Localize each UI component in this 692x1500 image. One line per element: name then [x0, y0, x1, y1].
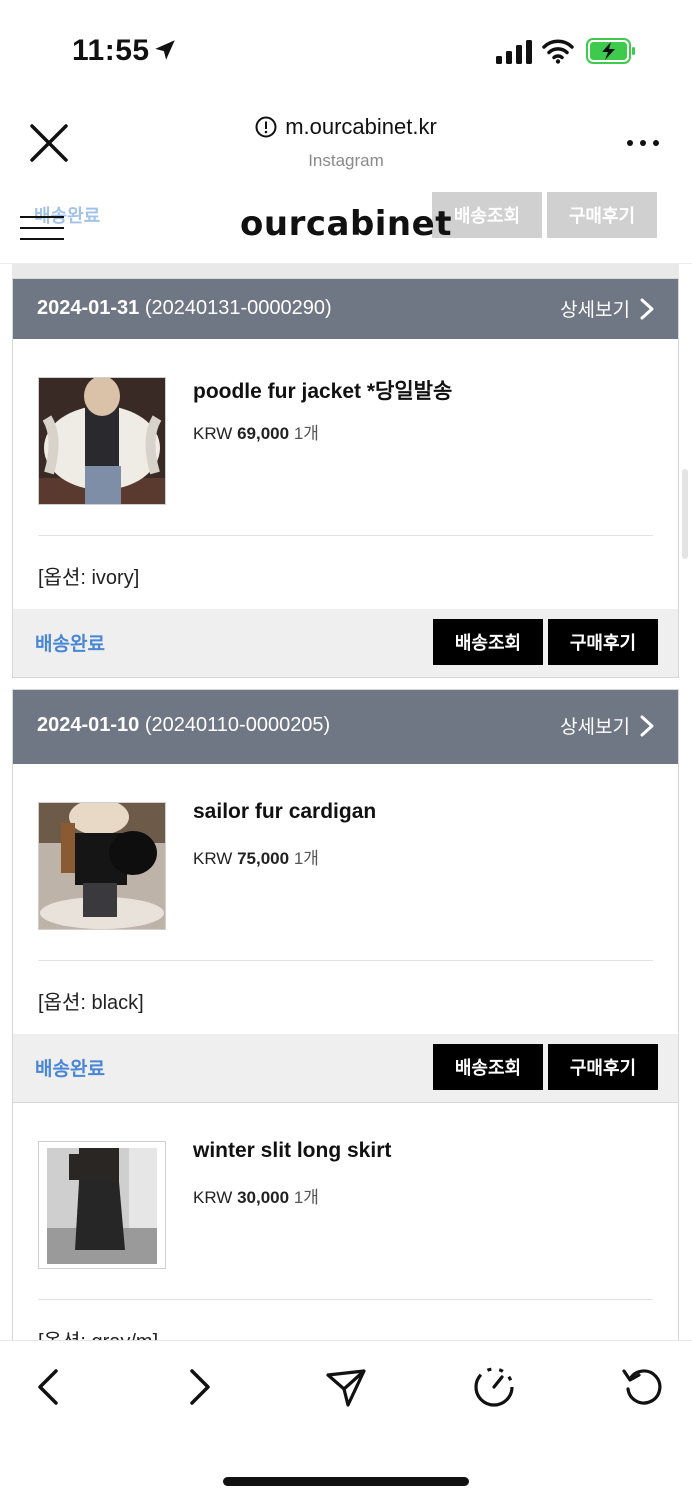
cellular-signal-icon [496, 40, 532, 64]
delivery-status: 배송완료 [35, 634, 105, 655]
info-icon [255, 116, 277, 138]
order-detail-label: 상세보기 [560, 300, 630, 321]
web-page: 배송완료 배송조회 구매후기 ourcabinet 2024-01-31 (20… [0, 184, 692, 1340]
order-date-value: 2024-01-10 [37, 714, 140, 736]
product-name[interactable]: sailor fur cardigan [193, 800, 376, 824]
forward-icon[interactable] [176, 1365, 220, 1409]
track-delivery-button[interactable]: 배송조회 [433, 619, 543, 665]
status-time: 11:55 [72, 34, 150, 67]
price-amount: 69,000 [237, 424, 290, 443]
product-price: KRW 69,000 1개 [193, 419, 319, 444]
product-option: [옵션: gray/m] [38, 1325, 158, 1340]
order-footer: 배송완료 배송조회 구매후기 [13, 609, 678, 677]
item-divider [38, 1299, 653, 1300]
url-display[interactable]: m.ourcabinet.kr Instagram [0, 114, 692, 171]
item-divider [38, 960, 653, 961]
delivery-status: 배송완료 [35, 1059, 105, 1080]
price-currency: KRW [193, 424, 233, 443]
home-indicator[interactable] [223, 1477, 469, 1486]
browser-toolbar [0, 1340, 692, 1500]
order-card: 2024-01-10 (20240110-0000205) 상세보기 sailo… [12, 689, 679, 1340]
product-photo-long-skirt [39, 1142, 165, 1268]
chevron-right-icon [640, 298, 654, 319]
order-detail-label: 상세보기 [560, 717, 630, 738]
product-quantity: 1개 [293, 1188, 319, 1207]
price-amount: 30,000 [237, 1188, 290, 1207]
order-detail-link[interactable]: 상세보기 [560, 295, 654, 322]
price-currency: KRW [193, 849, 233, 868]
order-number: (20240131-0000290) [144, 297, 332, 319]
chevron-right-icon [640, 715, 654, 736]
order-header: 2024-01-31 (20240131-0000290) 상세보기 [13, 279, 678, 339]
product-price: KRW 75,000 1개 [193, 844, 319, 869]
price-amount: 75,000 [237, 849, 290, 868]
battery-charging-icon [586, 38, 635, 64]
order-footer: 배송완료 배송조회 구매후기 [13, 1034, 678, 1102]
wifi-icon [542, 39, 574, 64]
status-bar: 11:55 [0, 0, 692, 100]
order-date: 2024-01-31 (20240131-0000290) [37, 297, 332, 320]
back-icon[interactable] [28, 1365, 72, 1409]
url-text: m.ourcabinet.kr [285, 114, 437, 139]
reload-icon[interactable] [620, 1365, 664, 1409]
product-option: [옵션: ivory] [38, 567, 140, 589]
product-thumbnail[interactable] [38, 802, 166, 930]
url-subtitle: Instagram [308, 151, 384, 170]
order-number: (20240110-0000205) [144, 714, 331, 736]
order-detail-link[interactable]: 상세보기 [560, 712, 654, 739]
order-date: 2024-01-10 (20240110-0000205) [37, 714, 330, 737]
product-quantity: 1개 [293, 849, 319, 868]
product-option: [옵션: black] [38, 992, 144, 1014]
write-review-button[interactable]: 구매후기 [548, 1044, 658, 1090]
order-item: winter slit long skirt KRW 30,000 1개 [옵션… [13, 1102, 678, 1340]
product-price: KRW 30,000 1개 [193, 1183, 319, 1208]
order-card: 2024-01-31 (20240131-0000290) 상세보기 poodl… [12, 278, 679, 678]
order-header: 2024-01-10 (20240110-0000205) 상세보기 [13, 690, 678, 764]
order-item: poodle fur jacket *당일발송 KRW 69,000 1개 [옵… [13, 339, 678, 609]
write-review-button[interactable]: 구매후기 [548, 619, 658, 665]
share-icon[interactable] [324, 1365, 368, 1409]
product-name[interactable]: poodle fur jacket *당일발송 [193, 375, 452, 405]
product-thumbnail[interactable] [38, 377, 166, 505]
site-header: 배송완료 배송조회 구매후기 ourcabinet [0, 184, 692, 264]
track-delivery-button[interactable]: 배송조회 [433, 1044, 543, 1090]
order-date-value: 2024-01-31 [37, 297, 140, 319]
site-logo[interactable]: ourcabinet [0, 204, 692, 244]
product-quantity: 1개 [293, 424, 319, 443]
speed-icon[interactable] [472, 1365, 516, 1409]
more-icon[interactable] [626, 138, 660, 148]
scrollbar[interactable] [682, 469, 688, 559]
product-photo-fur-cardigan [39, 803, 165, 929]
browser-header: m.ourcabinet.kr Instagram [0, 100, 692, 184]
location-arrow-icon [155, 40, 175, 60]
product-name[interactable]: winter slit long skirt [193, 1139, 391, 1163]
order-item: sailor fur cardigan KRW 75,000 1개 [옵션: b… [13, 764, 678, 1034]
item-divider [38, 535, 653, 536]
product-photo-fur-jacket [39, 378, 165, 504]
price-currency: KRW [193, 1188, 233, 1207]
product-thumbnail[interactable] [38, 1141, 166, 1269]
